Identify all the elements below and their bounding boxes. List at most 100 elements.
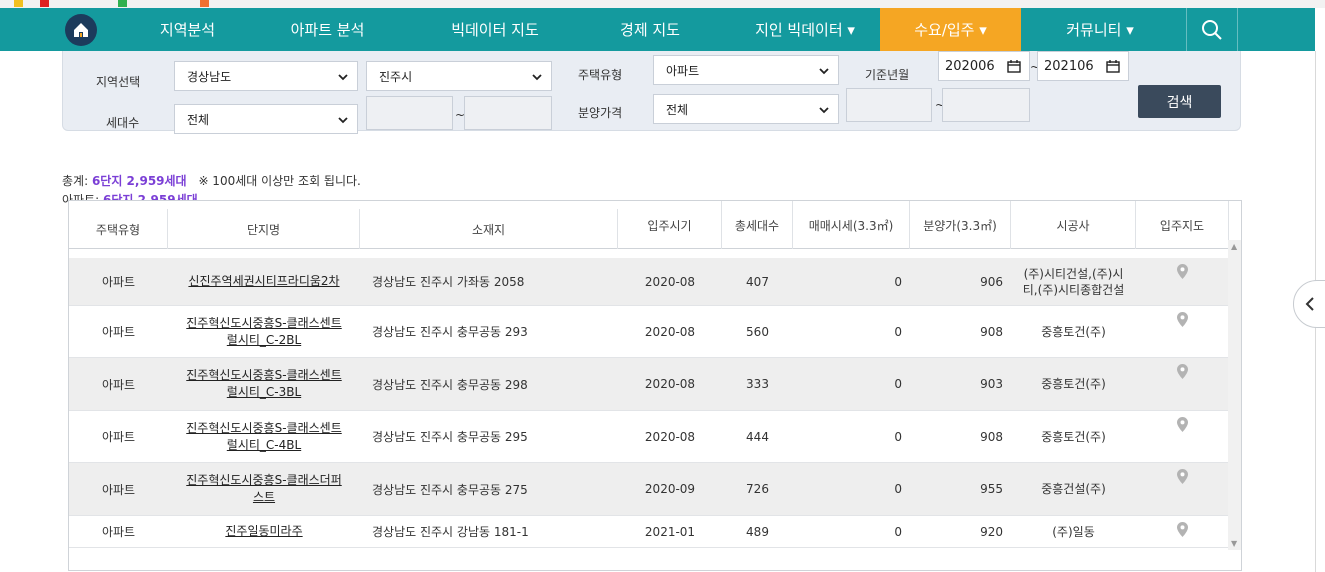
header-sale-price[interactable]: 분양가(3.3㎡) — [910, 201, 1011, 249]
cell-market-price: 0 — [793, 411, 910, 462]
cell-households-text: 407 — [746, 274, 769, 289]
search-icon[interactable] — [1186, 8, 1238, 51]
cell-market-price: 0 — [793, 358, 910, 410]
cell-households-text: 726 — [746, 482, 769, 496]
table-scrollbar[interactable]: ▲ ▼ — [1228, 240, 1241, 550]
households-min-input[interactable] — [366, 96, 453, 130]
cell-sale-price: 908 — [910, 411, 1011, 462]
side-panel-toggle[interactable] — [1293, 280, 1325, 328]
cell-move-in-text: 2021-01 — [644, 524, 696, 539]
complex-name-link[interactable]: 진주혁신도시중흥S-클래스센트럴시티_C-4BL — [168, 420, 360, 454]
scroll-up-icon[interactable]: ▲ — [1231, 242, 1237, 251]
calendar-icon[interactable] — [1007, 60, 1021, 73]
households-select[interactable]: 전체 — [174, 104, 358, 134]
scroll-down-icon[interactable]: ▼ — [1231, 539, 1237, 548]
region-city-select[interactable]: 진주시 — [366, 61, 552, 91]
base-month-to-input[interactable]: 202106 — [1037, 51, 1129, 81]
search-button[interactable]: 검색 — [1138, 85, 1221, 118]
header-households[interactable]: 총세대수 — [722, 201, 793, 249]
bookmark-icon[interactable] — [118, 0, 127, 7]
map-pin-icon[interactable] — [1136, 411, 1229, 462]
cell-address-text: 경상남도 진주시 충무공동 295 — [372, 430, 528, 444]
nav-economy-map[interactable]: 경제 지도 — [595, 8, 705, 51]
cell-sale-price-text: 908 — [980, 429, 1003, 444]
cell-market-price-text: 0 — [894, 429, 902, 444]
cell-address-text: 경상남도 진주시 충무공동 293 — [372, 325, 528, 339]
cell-move-in: 2021-01 — [618, 516, 722, 547]
cell-builder: (주)일동 — [1011, 516, 1136, 547]
sale-price-max-input[interactable] — [942, 88, 1030, 122]
header-builder[interactable]: 시공사 — [1011, 201, 1136, 249]
base-month-from-input[interactable]: 202006 — [938, 51, 1030, 81]
cell-move-in: 2020-09 — [618, 463, 722, 515]
nav-region-analysis[interactable]: 지역분석 — [140, 8, 235, 51]
cell-sale-price-text: 955 — [980, 482, 1003, 496]
map-pin-icon[interactable] — [1136, 358, 1229, 410]
cell-market-price-text: 0 — [894, 377, 902, 391]
cell-house-type: 아파트 — [69, 463, 168, 515]
cell-market-price-text: 0 — [894, 324, 902, 339]
cell-builder-text: (주)일동 — [1052, 524, 1095, 539]
cell-complex-name: 진주일동미라주 — [168, 516, 360, 547]
sale-price-select[interactable]: 전체 — [653, 94, 839, 124]
households-max-input[interactable] — [464, 96, 552, 130]
map-pin-icon[interactable] — [1136, 258, 1229, 305]
complex-name-link[interactable]: 진주혁신도시중흥S-클래스센트럴시티_C-2BL — [168, 315, 360, 349]
cell-sale-price-text: 908 — [980, 324, 1003, 339]
cell-move-in: 2020-08 — [618, 358, 722, 410]
cell-move-in-text: 2020-08 — [644, 324, 696, 339]
cell-house-type: 아파트 — [69, 516, 168, 547]
cell-address-text: 경상남도 진주시 충무공동 275 — [372, 482, 528, 497]
nav-community[interactable]: 커뮤니티 ▾ — [1040, 8, 1160, 51]
map-pin-icon[interactable] — [1136, 516, 1229, 547]
cell-builder: 중흥토건(주) — [1011, 411, 1136, 462]
nav-bigdata-map[interactable]: 빅데이터 지도 — [425, 8, 565, 51]
header-complex-name[interactable]: 단지명 — [168, 209, 360, 249]
header-move-in[interactable]: 입주시기 — [618, 201, 722, 249]
region-province-value: 경상남도 — [187, 69, 232, 84]
cell-move-in-text: 2020-09 — [644, 482, 696, 496]
home-logo-icon[interactable] — [65, 14, 97, 46]
cell-market-price: 0 — [793, 463, 910, 515]
cell-sale-price-text: 920 — [980, 524, 1003, 539]
cell-households-text: 489 — [746, 524, 769, 539]
bookmark-icon[interactable] — [14, 0, 23, 7]
header-address[interactable]: 소재지 — [360, 209, 618, 249]
nav-apartment-analysis[interactable]: 아파트 분석 — [270, 8, 385, 51]
bookmark-icon[interactable] — [200, 0, 209, 7]
house-type-select[interactable]: 아파트 — [653, 55, 839, 85]
cell-move-in-text: 2020-08 — [644, 274, 696, 289]
map-pin-icon[interactable] — [1136, 463, 1229, 515]
cell-sale-price: 906 — [910, 258, 1011, 305]
nav-demand-movein[interactable]: 수요/입주 ▾ — [880, 8, 1021, 51]
cell-builder-text: (주)시티건설,(주)시티,(주)시티종합건설 — [1022, 266, 1125, 297]
cell-builder: 중흥건설(주) — [1011, 463, 1136, 515]
complex-name-link[interactable]: 신진주역세권시티프라디움2차 — [170, 273, 357, 290]
complex-table: 주택유형 단지명 소재지 입주시기 총세대수 매매시세(3.3㎡) 분양가(3.… — [68, 200, 1242, 571]
house-type-value: 아파트 — [666, 63, 700, 78]
header-move-in-map[interactable]: 입주지도 — [1136, 201, 1229, 249]
summary-total: 총계: 6단지 2,959세대 ※ 100세대 이상만 조회 됩니다. — [62, 172, 361, 189]
chevron-down-icon — [532, 74, 542, 81]
cell-house-type: 아파트 — [69, 358, 168, 410]
calendar-icon[interactable] — [1106, 60, 1120, 73]
sale-price-value: 전체 — [666, 102, 689, 117]
cell-complex-name: 진주혁신도시중흥S-클래스더퍼스트 — [168, 463, 360, 515]
cell-house-type: 아파트 — [69, 258, 168, 305]
table-row: 아파트 진주혁신도시중흥S-클래스센트럴시티_C-2BL 경상남도 진주시 충무공동… — [69, 306, 1229, 358]
nav-jiin-bigdata[interactable]: 지인 빅데이터 ▾ — [735, 8, 875, 51]
header-market-price[interactable]: 매매시세(3.3㎡) — [793, 201, 910, 249]
header-house-type[interactable]: 주택유형 — [69, 209, 168, 249]
map-pin-icon[interactable] — [1136, 306, 1229, 357]
complex-name-link[interactable]: 진주일동미라주 — [207, 523, 320, 540]
bookmark-icon[interactable] — [40, 0, 49, 7]
complex-name-link[interactable]: 진주혁신도시중흥S-클래스더퍼스트 — [168, 472, 360, 506]
chevron-down-icon — [338, 117, 348, 124]
cell-house-type-text: 아파트 — [101, 377, 136, 392]
sale-price-min-input[interactable] — [846, 88, 932, 122]
cell-move-in-text: 2020-08 — [644, 429, 696, 444]
region-province-select[interactable]: 경상남도 — [174, 61, 358, 91]
complex-name-link[interactable]: 진주혁신도시중흥S-클래스센트럴시티_C-3BL — [168, 367, 360, 401]
table-header: 주택유형 단지명 소재지 입주시기 총세대수 매매시세(3.3㎡) 분양가(3.… — [69, 201, 1241, 249]
table-row: 아파트 진주일동미라주 경상남도 진주시 강남동 181-1 2021-01 489 0 9… — [69, 516, 1229, 548]
